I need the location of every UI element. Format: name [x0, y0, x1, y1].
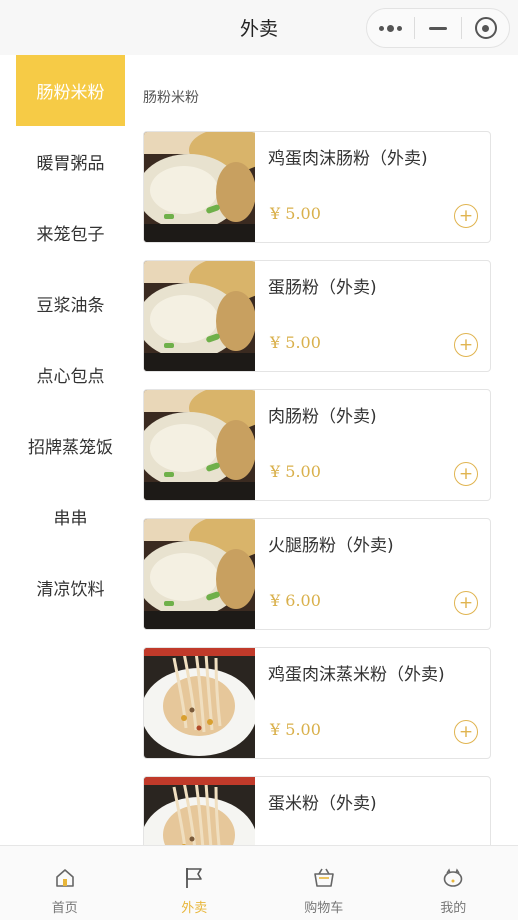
product-list: 肠粉米粉 鸡蛋肉沫肠粉（外卖) ¥ 5.00 + 蛋肠粉（外卖) ¥ 5.00 … — [143, 55, 491, 845]
close-target-icon — [474, 17, 497, 39]
tab-takeout[interactable]: 外卖 — [130, 846, 260, 920]
section-title: 肠粉米粉 — [143, 90, 199, 106]
category-item-skewers[interactable]: 串串 — [16, 481, 125, 552]
add-to-cart-button[interactable]: + — [454, 591, 478, 615]
tab-label: 购物车 — [304, 901, 344, 916]
category-item-changfen-mifen[interactable]: 肠粉米粉 — [16, 55, 125, 126]
rice-noodle-photo — [144, 648, 255, 758]
tab-label: 外卖 — [181, 901, 208, 916]
product-price: ¥ 5.00 — [270, 204, 321, 223]
plus-icon: + — [458, 334, 474, 355]
category-label: 来笼包子 — [36, 225, 105, 245]
category-item-soymilk-youtiao[interactable]: 豆浆油条 — [16, 268, 125, 339]
product-name: 蛋米粉（外卖) — [268, 794, 377, 814]
product-name: 肉肠粉（外卖) — [268, 407, 377, 427]
category-item-porridge[interactable]: 暖胃粥品 — [16, 126, 125, 197]
product-name: 火腿肠粉（外卖) — [268, 536, 394, 556]
category-item-drinks[interactable]: 清凉饮料 — [16, 552, 125, 623]
basket-icon — [312, 866, 336, 890]
rice-roll-photo — [144, 390, 255, 500]
add-to-cart-button[interactable]: + — [454, 204, 478, 228]
nav-bar: 外卖 — [0, 0, 518, 55]
category-label: 肠粉米粉 — [36, 83, 105, 103]
category-label: 清凉饮料 — [36, 580, 105, 600]
category-sidebar: 肠粉米粉 暖胃粥品 来笼包子 豆浆油条 点心包点 招牌蒸笼饭 串串 清凉饮料 — [16, 55, 125, 623]
category-label: 豆浆油条 — [36, 296, 105, 316]
add-to-cart-button[interactable]: + — [454, 333, 478, 357]
plus-icon: + — [458, 592, 474, 613]
category-label: 点心包点 — [36, 367, 105, 387]
more-dots-icon — [378, 24, 402, 32]
plus-icon: + — [458, 463, 474, 484]
product-card[interactable]: 火腿肠粉（外卖) ¥ 6.00 + — [143, 518, 491, 630]
product-card[interactable]: 鸡蛋肉沫蒸米粉（外卖) ¥ 5.00 + — [143, 647, 491, 759]
tab-label: 首页 — [51, 901, 78, 916]
tab-mine[interactable]: 我的 — [389, 846, 518, 920]
product-price: ¥ 5.00 — [270, 720, 321, 739]
close-button[interactable] — [462, 9, 509, 47]
mini-program-capsule — [366, 8, 510, 48]
category-item-steamed-rice[interactable]: 招牌蒸笼饭 — [2, 410, 139, 481]
minimize-button[interactable] — [415, 9, 462, 47]
add-to-cart-button[interactable]: + — [454, 462, 478, 486]
more-button[interactable] — [367, 9, 414, 47]
piggy-icon — [441, 866, 465, 890]
plus-icon: + — [458, 721, 474, 742]
product-card[interactable]: 蛋米粉（外卖) — [143, 776, 491, 845]
rice-roll-photo — [144, 519, 255, 629]
home-icon — [53, 866, 77, 890]
product-name: 鸡蛋肉沫蒸米粉（外卖) — [268, 665, 445, 685]
product-card[interactable]: 鸡蛋肉沫肠粉（外卖) ¥ 5.00 + — [143, 131, 491, 243]
bottom-tab-bar: 首页 外卖 购物车 我的 — [0, 845, 518, 920]
rice-noodle-photo — [144, 777, 255, 845]
product-name: 鸡蛋肉沫肠粉（外卖) — [268, 149, 428, 169]
product-card[interactable]: 肉肠粉（外卖) ¥ 5.00 + — [143, 389, 491, 501]
category-item-dimsum[interactable]: 点心包点 — [16, 339, 125, 410]
category-label: 串串 — [53, 509, 88, 529]
page-title: 外卖 — [239, 18, 278, 40]
category-item-buns[interactable]: 来笼包子 — [16, 197, 125, 268]
product-price: ¥ 5.00 — [270, 462, 321, 481]
category-label: 招牌蒸笼饭 — [28, 438, 113, 458]
category-label: 暖胃粥品 — [36, 154, 105, 174]
add-to-cart-button[interactable]: + — [454, 720, 478, 744]
plus-icon: + — [458, 205, 474, 226]
rice-roll-photo — [144, 132, 255, 242]
tab-cart[interactable]: 购物车 — [259, 846, 389, 920]
tab-home[interactable]: 首页 — [0, 846, 130, 920]
product-card[interactable]: 蛋肠粉（外卖) ¥ 5.00 + — [143, 260, 491, 372]
product-price: ¥ 6.00 — [270, 591, 321, 610]
flag-icon — [182, 866, 206, 890]
rice-roll-photo — [144, 261, 255, 371]
product-name: 蛋肠粉（外卖) — [268, 278, 377, 298]
tab-label: 我的 — [440, 901, 467, 916]
minimize-icon — [429, 26, 447, 30]
product-price: ¥ 5.00 — [270, 333, 321, 352]
